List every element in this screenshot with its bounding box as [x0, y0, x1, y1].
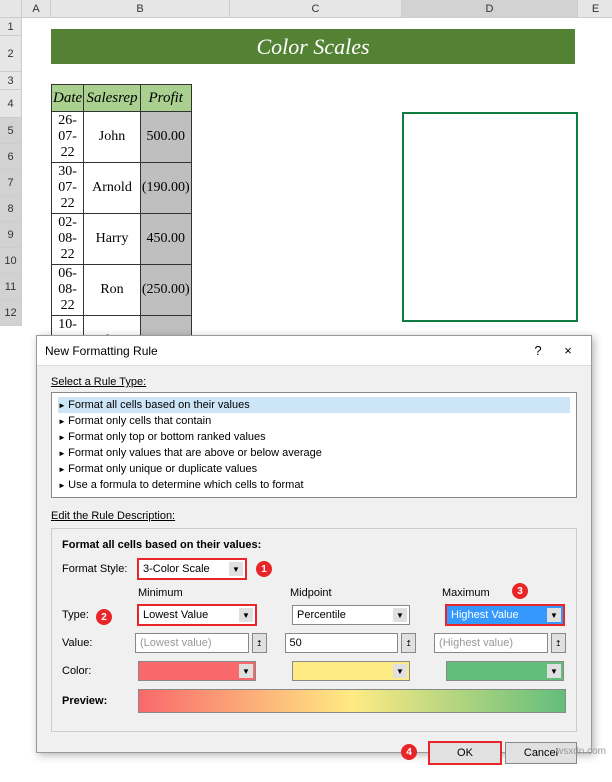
edit-header: Format all cells based on their values:: [62, 539, 566, 551]
header-salesrep[interactable]: Salesrep: [84, 85, 141, 112]
col-header-D[interactable]: D: [402, 0, 578, 18]
chevron-down-icon: ▼: [239, 664, 253, 678]
col-header-C[interactable]: C: [230, 0, 402, 18]
chevron-down-icon: ▼: [547, 664, 561, 678]
format-style-dropdown[interactable]: 3-Color Scale ▼: [138, 559, 246, 579]
min-color-picker[interactable]: ▼: [138, 661, 256, 681]
rule-type-item[interactable]: Format only values that are above or bel…: [58, 445, 570, 461]
row-header-6[interactable]: 6: [0, 144, 22, 170]
callout-3: 3: [512, 583, 528, 599]
cell-rep[interactable]: Ron: [84, 265, 141, 316]
select-rule-type-label: Select a Rule Type:: [51, 376, 577, 388]
max-color-picker[interactable]: ▼: [446, 661, 564, 681]
rule-type-item[interactable]: Format only unique or duplicate values: [58, 461, 570, 477]
row-header-10[interactable]: 10: [0, 248, 22, 274]
cell-profit[interactable]: (190.00): [140, 163, 191, 214]
row-header-5[interactable]: 5: [0, 118, 22, 144]
row-header-4[interactable]: 4: [0, 90, 22, 118]
title-cell[interactable]: Color Scales: [51, 29, 575, 64]
format-style-label: Format Style:: [62, 563, 134, 575]
chevron-down-icon: ▼: [393, 608, 407, 622]
column-headers: A B C D E: [22, 0, 612, 18]
new-formatting-rule-dialog: New Formatting Rule ? × Select a Rule Ty…: [36, 335, 592, 753]
chevron-down-icon: ▼: [229, 562, 243, 576]
select-all-corner[interactable]: [0, 0, 22, 18]
callout-4: 4: [401, 744, 417, 760]
rule-type-list[interactable]: Format all cells based on their values F…: [51, 392, 577, 498]
range-picker-icon[interactable]: ↥: [401, 633, 416, 653]
chevron-down-icon: ▼: [547, 608, 561, 622]
chevron-down-icon: ▼: [393, 664, 407, 678]
watermark: wsxdn.com: [556, 746, 606, 757]
spreadsheet: A B C D E 1 2 3 4 5 6 7 8 9 10 11 12 Col…: [0, 0, 612, 335]
help-button[interactable]: ?: [523, 339, 553, 363]
rule-type-item[interactable]: Use a formula to determine which cells t…: [58, 477, 570, 493]
col-header-B[interactable]: B: [51, 0, 230, 18]
cell-rep[interactable]: Arnold: [84, 163, 141, 214]
cell-date[interactable]: 26-07-22: [52, 112, 84, 163]
selection-outline: [402, 112, 578, 322]
cell-profit[interactable]: 500.00: [140, 112, 191, 163]
maximum-label: Maximum 3: [442, 587, 566, 599]
header-profit[interactable]: Profit: [140, 85, 191, 112]
row-header-12[interactable]: 12: [0, 300, 22, 326]
cell-date[interactable]: 30-07-22: [52, 163, 84, 214]
rule-type-item[interactable]: Format all cells based on their values: [58, 397, 570, 413]
mid-type-dropdown[interactable]: Percentile▼: [292, 605, 410, 625]
row-header-2[interactable]: 2: [0, 36, 22, 72]
callout-2: 2: [96, 609, 112, 625]
row-header-7[interactable]: 7: [0, 170, 22, 196]
minimum-label: Minimum: [138, 587, 262, 599]
type-label: Type: 2: [62, 609, 134, 621]
rule-type-item[interactable]: Format only top or bottom ranked values: [58, 429, 570, 445]
max-type-dropdown[interactable]: Highest Value▼: [446, 605, 564, 625]
header-date[interactable]: Date: [52, 85, 84, 112]
cell-profit[interactable]: 450.00: [140, 214, 191, 265]
row-header-9[interactable]: 9: [0, 222, 22, 248]
preview-gradient: [138, 689, 566, 713]
chevron-down-icon: ▼: [239, 608, 253, 622]
cell-profit[interactable]: (250.00): [140, 265, 191, 316]
format-style-value: 3-Color Scale: [143, 563, 210, 575]
cell-rep[interactable]: John: [84, 112, 141, 163]
min-value-input[interactable]: (Lowest value): [135, 633, 249, 653]
col-header-E[interactable]: E: [578, 0, 612, 18]
row-header-11[interactable]: 11: [0, 274, 22, 300]
dialog-titlebar[interactable]: New Formatting Rule ? ×: [37, 336, 591, 366]
value-label: Value:: [62, 637, 131, 649]
row-header-8[interactable]: 8: [0, 196, 22, 222]
row-headers: 1 2 3 4 5 6 7 8 9 10 11 12: [0, 18, 22, 326]
preview-label: Preview:: [62, 695, 134, 707]
range-picker-icon[interactable]: ↥: [551, 633, 566, 653]
close-button[interactable]: ×: [553, 339, 583, 363]
cell-date[interactable]: 06-08-22: [52, 265, 84, 316]
min-type-dropdown[interactable]: Lowest Value▼: [138, 605, 256, 625]
row-header-3[interactable]: 3: [0, 72, 22, 90]
cell-date[interactable]: 02-08-22: [52, 214, 84, 265]
mid-color-picker[interactable]: ▼: [292, 661, 410, 681]
midpoint-label: Midpoint: [290, 587, 414, 599]
cell-rep[interactable]: Harry: [84, 214, 141, 265]
edit-rule-section: Format all cells based on their values: …: [51, 528, 577, 732]
callout-1: 1: [256, 561, 272, 577]
color-label: Color:: [62, 665, 134, 677]
mid-value-input[interactable]: 50: [285, 633, 399, 653]
row-header-1[interactable]: 1: [0, 18, 22, 36]
dialog-title: New Formatting Rule: [45, 344, 158, 358]
max-value-input[interactable]: (Highest value): [434, 633, 548, 653]
col-header-A[interactable]: A: [22, 0, 51, 18]
rule-type-item[interactable]: Format only cells that contain: [58, 413, 570, 429]
range-picker-icon[interactable]: ↥: [252, 633, 267, 653]
edit-rule-label: Edit the Rule Description:: [51, 510, 577, 522]
